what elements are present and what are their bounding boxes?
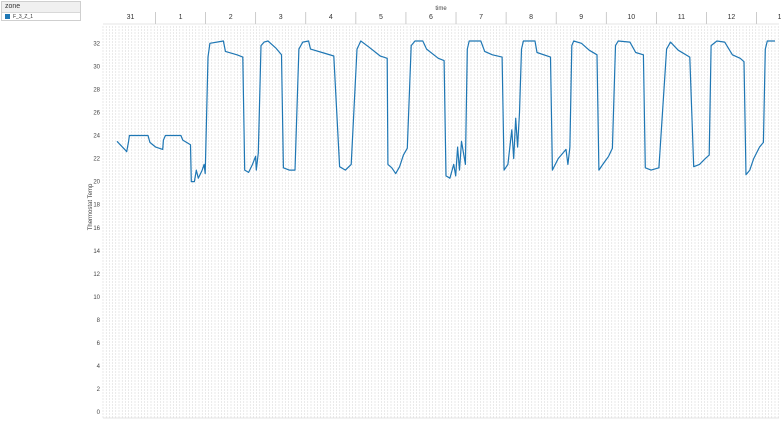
y-axis: 02468101214161820222426283032 [93,41,100,416]
y-tick-label: 30 [93,64,100,70]
series-line-f-3-z-1 [116,40,775,183]
y-tick-label: 32 [93,41,100,47]
x-tick-label: 5 [379,14,383,21]
x-tick-label: 1 [179,14,183,21]
x-tick-label: 7 [479,14,483,21]
y-tick-label: 10 [93,295,100,301]
y-tick-label: 24 [93,134,100,140]
line-chart: 3112345678910111213 02468101214161820222… [88,6,781,419]
x-tick-label: 13 [778,14,781,21]
y-tick-label: 16 [93,226,100,232]
y-tick-label: 12 [93,272,100,278]
y-tick-label: 2 [97,387,101,393]
y-tick-label: 4 [97,364,101,370]
x-tick-label: 8 [529,14,533,21]
y-tick-label: 6 [97,341,101,347]
x-tick-label: 31 [127,14,135,21]
x-tick-label: 11 [678,14,685,21]
y-tick-label: 20 [93,180,100,186]
y-tick-label: 8 [97,318,101,324]
x-tick-label: 3 [279,14,283,21]
y-tick-label: 0 [97,410,101,416]
x-tick-label: 10 [627,14,635,21]
chart-grid [102,26,779,418]
y-tick-label: 26 [93,110,100,116]
chart-series [116,40,775,183]
x-tick-label: 4 [329,14,333,21]
x-tick-label: 12 [728,14,736,21]
x-tick-label: 6 [429,14,433,21]
y-tick-label: 14 [93,249,100,255]
y-tick-label: 18 [93,203,100,209]
x-tick-label: 2 [229,14,233,21]
y-tick-label: 28 [93,87,100,93]
x-tick-label: 9 [579,14,583,21]
y-tick-label: 22 [93,157,100,163]
x-axis-title: time [435,6,447,12]
y-axis-title: Thermostat Temp [88,183,94,230]
